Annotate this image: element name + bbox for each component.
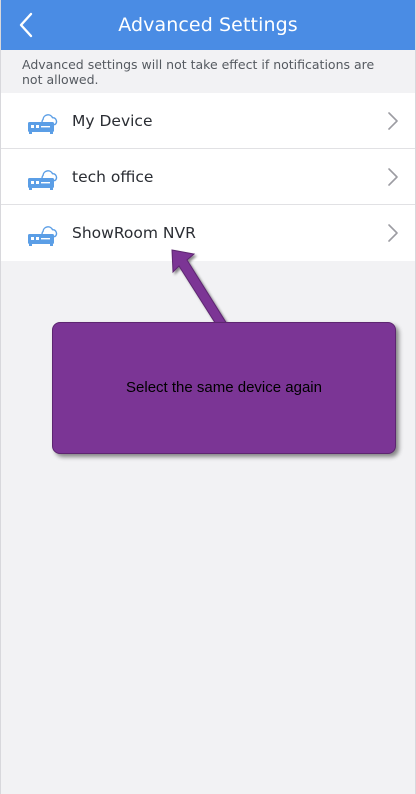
device-list: My Device tech office ShowRoom NVR: [1, 93, 415, 261]
cloud-nvr-icon: [28, 170, 58, 190]
device-row-tech-office[interactable]: tech office: [1, 149, 415, 205]
page-title: Advanced Settings: [118, 14, 298, 36]
notification-notice: Advanced settings will not take effect i…: [22, 57, 375, 87]
chevron-right-icon: [388, 168, 398, 186]
header-bar: Advanced Settings: [1, 0, 415, 50]
chevron-right-icon: [388, 224, 398, 242]
chevron-right-icon: [388, 112, 398, 130]
annotation-text: Select the same device again: [126, 378, 322, 396]
cloud-nvr-icon: [28, 226, 58, 246]
cloud-nvr-icon: [28, 114, 58, 134]
device-row-my-device[interactable]: My Device: [1, 93, 415, 149]
annotation-arrow: [171, 249, 228, 330]
device-label: tech office: [72, 167, 154, 186]
screen: Advanced Settings Advanced settings will…: [0, 0, 416, 794]
chevron-left-icon: [19, 12, 33, 38]
back-button[interactable]: [9, 8, 43, 42]
device-label: My Device: [72, 111, 153, 130]
annotation-callout: Select the same device again: [52, 322, 396, 454]
